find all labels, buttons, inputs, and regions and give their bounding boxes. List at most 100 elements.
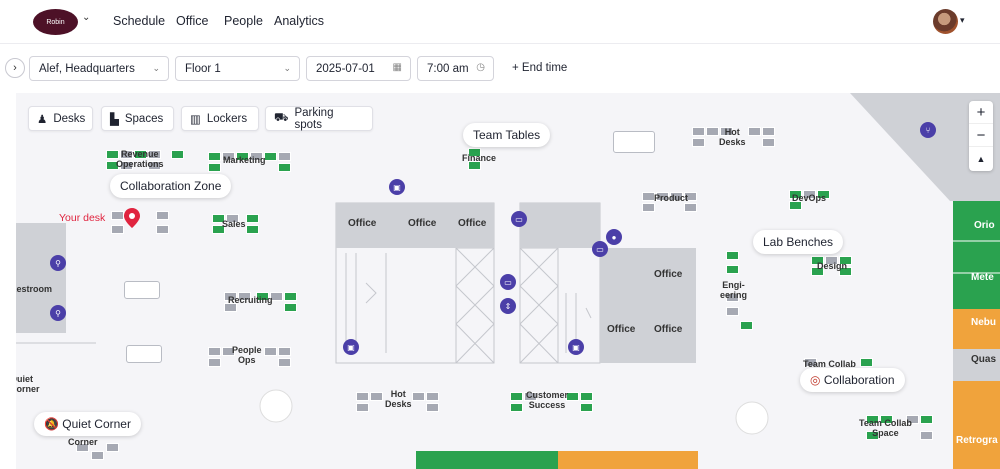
desk-available[interactable] [284, 303, 297, 312]
nav-people[interactable]: People [224, 14, 263, 28]
calendar-icon: ▦ [392, 62, 402, 73]
area-label-devops: DevOps [792, 193, 827, 203]
desk-unavailable [278, 358, 291, 367]
filter-spaces-label: Spaces [124, 112, 164, 125]
area-label-product: Product [654, 193, 689, 203]
zone-bubble-lab-benches[interactable]: Lab Benches [753, 230, 844, 254]
desk-available[interactable] [264, 152, 277, 161]
desk-unavailable [920, 431, 933, 440]
chevron-down-icon[interactable]: ▾ [960, 15, 965, 26]
filter-spaces-button[interactable]: ▙ Spaces [101, 106, 174, 131]
clock-icon: ◷ [476, 62, 485, 73]
office-label: Office [348, 218, 377, 229]
desk-unavailable [692, 138, 705, 147]
desk-available[interactable] [208, 163, 221, 172]
desk-available[interactable] [920, 415, 933, 424]
desk-available[interactable] [860, 358, 873, 367]
elevator-icon[interactable]: ⇕ [500, 298, 516, 314]
add-end-time-button[interactable]: + End time [512, 62, 567, 74]
company-logo[interactable]: Robin [33, 9, 78, 35]
desk-unavailable [748, 127, 761, 136]
desk-available[interactable] [246, 225, 259, 234]
desk-available[interactable] [740, 321, 753, 330]
zone-bubble-collaboration-label: Collaboration [823, 373, 895, 387]
desk-available[interactable] [171, 150, 184, 159]
room-label-meteor: Mete [971, 272, 994, 283]
printer-icon[interactable]: ▣ [343, 339, 359, 355]
filter-desks-label: Desks [53, 112, 86, 125]
filter-desks-button[interactable]: ♟ Desks [28, 106, 93, 131]
floor-select[interactable]: Floor 1 ⌄ [175, 56, 300, 81]
expand-sidebar-button[interactable]: › [5, 58, 25, 78]
area-label-sales: Sales [222, 219, 246, 229]
desk-unavailable [762, 138, 775, 147]
desk-available[interactable] [726, 265, 739, 274]
time-value: 7:00 am [427, 62, 469, 75]
nav-office[interactable]: Office [176, 14, 208, 28]
team-table[interactable] [613, 131, 655, 153]
desk-available[interactable] [580, 403, 593, 412]
zoom-in-button[interactable]: + [969, 101, 993, 124]
location-select[interactable]: Alef, Headquarters ⌄ [29, 56, 169, 81]
location-pin-icon[interactable] [122, 207, 142, 229]
table[interactable] [126, 345, 162, 363]
desk-available[interactable] [246, 214, 259, 223]
drink-icon[interactable]: ● [606, 229, 622, 245]
desk-available[interactable] [510, 392, 523, 401]
office-label: Office [458, 218, 487, 229]
room-label-nebula: Nebu [971, 317, 996, 328]
desk-available[interactable] [726, 251, 739, 260]
zone-bubble-collaboration-zone[interactable]: Collaboration Zone [110, 174, 232, 198]
zone-bubble-collaboration[interactable]: ◎ Collaboration [800, 368, 905, 392]
zoom-out-button[interactable]: − [969, 124, 993, 147]
nav-analytics[interactable]: Analytics [274, 14, 324, 28]
screen-icon[interactable]: ▭ [511, 211, 527, 227]
room-label-quasar: Quas [971, 354, 997, 365]
chevron-down-icon: ⌄ [152, 63, 160, 73]
avatar[interactable] [933, 9, 958, 34]
zoom-controls: + − ▲ [969, 101, 993, 171]
area-label-customer-success: Customer Success [526, 390, 569, 410]
area-label-revenue-operations: Revenue Operations [116, 149, 164, 169]
chevron-down-icon: ⌄ [283, 63, 291, 73]
nav-schedule[interactable]: Schedule [113, 14, 165, 28]
desk-unavailable [156, 211, 169, 220]
mute-icon: 🔕 [44, 417, 63, 431]
area-label-people-ops: People Ops [232, 345, 262, 365]
restaurant-icon[interactable]: ⑂ [920, 122, 936, 138]
desk-available[interactable] [284, 292, 297, 301]
table[interactable] [124, 281, 160, 299]
area-label-finance: Finance [462, 153, 497, 163]
date-picker[interactable]: 2025-07-01 ▦ [306, 56, 411, 81]
filter-parking-button[interactable]: ⛟ Parking spots [265, 106, 373, 131]
zone-bubble-team-tables[interactable]: Team Tables [463, 123, 551, 147]
time-picker[interactable]: 7:00 am ◷ [417, 56, 494, 81]
printer-icon[interactable]: ▣ [568, 339, 584, 355]
chevron-down-icon[interactable]: ⌄ [82, 12, 90, 23]
office-label: Office [408, 218, 437, 229]
desk-unavailable [426, 403, 439, 412]
floor-map[interactable]: Office Office Office Office Office Offic… [16, 93, 1000, 469]
desk-unavailable [264, 347, 277, 356]
office-label: Office [654, 269, 683, 280]
car-icon: ⛟ [274, 112, 289, 124]
printer-icon[interactable]: ▣ [389, 179, 405, 195]
area-label-team-collab-space: Team Collab Space [859, 418, 912, 438]
desk-unavailable [208, 358, 221, 367]
desk-unavailable [156, 225, 169, 234]
desk-available[interactable] [510, 403, 523, 412]
area-label-engineering: Engi- eering [720, 280, 748, 300]
desk-available[interactable] [580, 392, 593, 401]
target-icon: ◎ [810, 373, 824, 387]
screen-icon[interactable]: ▭ [592, 241, 608, 257]
desk-available[interactable] [278, 163, 291, 172]
desk-available[interactable] [208, 152, 221, 161]
compass-north-button[interactable]: ▲ [969, 147, 993, 170]
filter-lockers-button[interactable]: ▥ Lockers [181, 106, 259, 131]
desk-unavailable [278, 347, 291, 356]
restroom-icon[interactable]: ⚲ [50, 255, 66, 271]
zone-bubble-quiet-corner[interactable]: 🔕 Quiet Corner [34, 412, 141, 436]
top-navigation: Robin ⌄ Schedule Office People Analytics… [0, 0, 1000, 44]
restroom-icon[interactable]: ⚲ [50, 305, 66, 321]
screen-icon[interactable]: ▭ [500, 274, 516, 290]
